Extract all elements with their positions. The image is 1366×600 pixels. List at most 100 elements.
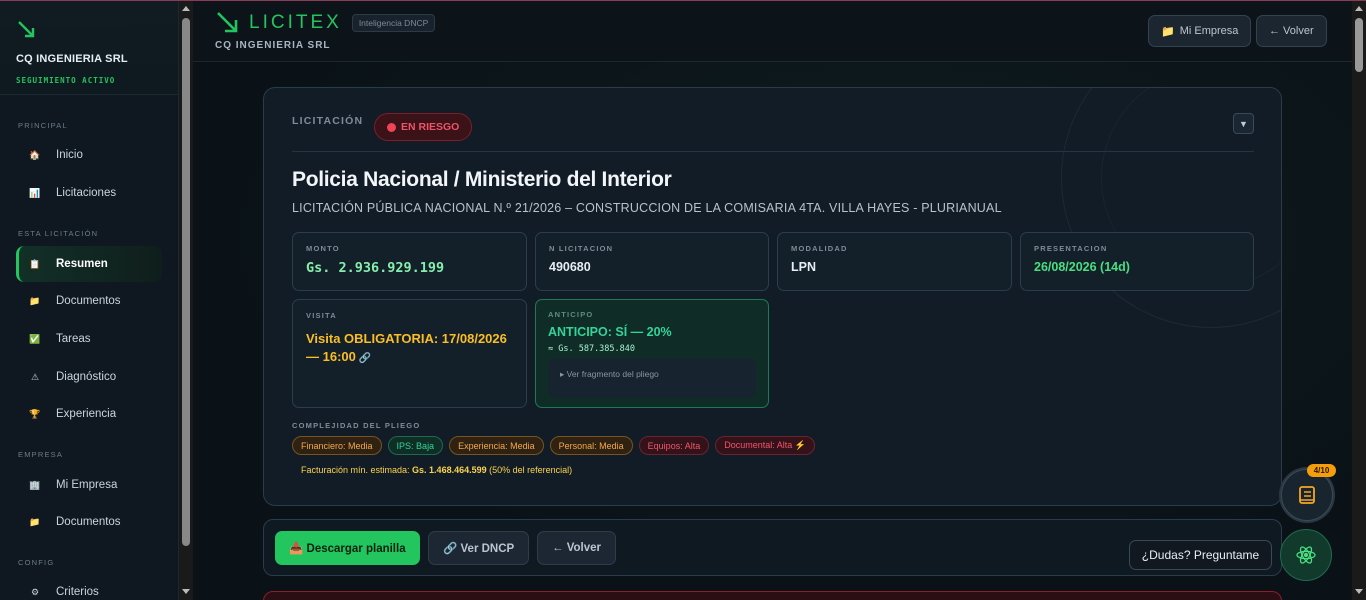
section-config: CONFIG — [18, 558, 55, 567]
scroll-up-arrow-icon[interactable] — [182, 6, 190, 11]
gear-icon: ⚙ — [30, 586, 40, 597]
sidebar: CQ INGENIERIA SRL SEGUIMIENTO ACTIVO PRI… — [0, 0, 179, 600]
my-company-label: Mi Empresa — [1179, 25, 1239, 37]
sidebar-item-criterios[interactable]: ⚙ Criterios — [16, 574, 162, 600]
trophy-icon: 🏆 — [29, 408, 41, 419]
scroll-up-arrow-icon[interactable] — [1355, 6, 1363, 11]
visita-label: VISITA — [306, 311, 337, 320]
section-empresa: EMPRESA — [18, 450, 64, 459]
min-billing-estimate: Facturación mín. estimada: Gs. 1.468.464… — [301, 465, 572, 475]
sidebar-item-licitaciones[interactable]: 📊 Licitaciones — [16, 175, 162, 211]
n-licitacion-card: N LICITACION 490680 — [535, 232, 769, 291]
monto-label: MONTO — [306, 244, 340, 253]
back-button[interactable]: ← Volver — [537, 531, 616, 565]
collapse-toggle-button[interactable]: ▼ — [1233, 113, 1254, 134]
risk-label: EN RIESGO — [401, 121, 460, 133]
brand-badge: Inteligencia DNCP — [351, 14, 436, 32]
sidebar-item-label: Diagnóstico — [56, 371, 117, 383]
fact-value: Gs. 1.468.464.599 — [412, 465, 487, 475]
anticipo-amount: ≈ Gs. 587.385.840 — [548, 344, 635, 354]
tag-equipos: Equipos: Alta — [638, 436, 710, 455]
page-title: Policia Nacional / Ministerio del Interi… — [292, 168, 672, 191]
complexity-label: COMPLEJIDAD DEL PLIEGO — [292, 421, 421, 430]
scroll-down-arrow-icon[interactable] — [182, 589, 190, 594]
brand[interactable]: LICITEX Inteligencia DNCP — [215, 10, 436, 36]
risk-badge: EN RIESGO — [374, 113, 473, 141]
sidebar-item-label: Documentos — [56, 295, 121, 307]
risk-dot-icon — [387, 122, 396, 132]
sidebar-item-documentos[interactable]: 📁 Documentos — [16, 283, 162, 319]
anticipo-card: ANTICIPO ANTICIPO: SÍ — 20% ≈ Gs. 587.38… — [535, 299, 769, 408]
presentacion-card: PRESENTACION 26/08/2026 (14d) — [1020, 232, 1254, 291]
download-sheet-button[interactable]: 📥 Descargar planilla — [275, 531, 420, 565]
logo-icon — [18, 21, 35, 38]
modalidad-label: MODALIDAD — [791, 244, 848, 253]
visita-card: VISITA Visita OBLIGATORIA: 17/08/2026 — … — [292, 299, 527, 408]
n-licitacion-value: 490680 — [549, 260, 591, 274]
sidebar-company: CQ INGENIERIA SRL — [16, 53, 128, 65]
document-icon: 📋 — [29, 258, 41, 269]
sidebar-item-documentos-empresa[interactable]: 📁 Documentos — [16, 504, 162, 540]
presentacion-value: 26/08/2026 (14d) — [1034, 260, 1130, 274]
header-company: CQ INGENIERIA SRL — [215, 40, 331, 51]
tender-label: LICITACIÓN — [292, 115, 364, 127]
sidebar-item-label: Criterios — [56, 586, 99, 598]
anticipo-label: ANTICIPO — [548, 310, 594, 319]
home-icon: 🏠 — [29, 149, 41, 160]
checkbox-icon: ✅ — [29, 333, 41, 344]
sidebar-header: CQ INGENIERIA SRL SEGUIMIENTO ACTIVO — [0, 0, 178, 95]
monto-card: MONTO Gs. 2.936.929.199 — [292, 232, 527, 291]
building-icon: 🏢 — [29, 479, 41, 490]
ai-assistant-fab-button[interactable] — [1280, 529, 1332, 581]
scrollbar-thumb[interactable] — [1355, 18, 1363, 72]
sidebar-item-diagnostico[interactable]: ⚠ Diagnóstico — [16, 359, 162, 395]
view-dncp-button[interactable]: 🔗 Ver DNCP — [428, 531, 530, 565]
sidebar-scrollbar[interactable] — [179, 0, 193, 600]
sidebar-item-tareas[interactable]: ✅ Tareas — [16, 321, 162, 357]
section-principal: PRINCIPAL — [18, 121, 68, 130]
ask-assistant-button[interactable]: ¿Dudas? Preguntame — [1129, 540, 1272, 570]
divider — [292, 151, 1254, 152]
fact-prefix: Facturación mín. estimada: — [301, 465, 413, 475]
sidebar-item-label: Licitaciones — [56, 187, 117, 199]
section-esta-licitacion: ESTA LICITACIÓN — [18, 229, 99, 238]
tag-documental: Documental: Alta ⚡ — [715, 436, 815, 455]
sidebar-item-label: Mi Empresa — [56, 479, 118, 491]
main-scrollbar[interactable] — [1352, 0, 1366, 600]
tag-personal: Personal: Media — [549, 436, 633, 455]
logo-icon — [217, 12, 238, 33]
tender-summary-card: LICITACIÓN EN RIESGO ▼ Policia Nacional … — [263, 87, 1282, 506]
complexity-tags: Financiero: Media IPS: Baja Experiencia:… — [292, 436, 815, 455]
presentacion-label: PRESENTACION — [1034, 244, 1108, 253]
sidebar-item-inicio[interactable]: 🏠 Inicio — [16, 137, 162, 173]
tracking-status: SEGUIMIENTO ACTIVO — [16, 76, 116, 85]
sidebar-item-mi-empresa[interactable]: 🏢 Mi Empresa — [16, 467, 162, 503]
modalidad-card: MODALIDAD LPN — [777, 232, 1012, 291]
atom-icon — [1296, 546, 1316, 564]
tag-experiencia: Experiencia: Media — [449, 436, 544, 455]
book-icon — [1299, 486, 1315, 504]
sidebar-item-label: Resumen — [56, 258, 108, 270]
monto-value: Gs. 2.936.929.199 — [306, 260, 445, 276]
warning-icon: ⚠ — [30, 371, 40, 382]
my-company-button[interactable]: 📁 Mi Empresa — [1148, 15, 1252, 47]
sidebar-item-resumen[interactable]: 📋 Resumen — [16, 246, 162, 282]
anticipo-value: ANTICIPO: SÍ — 20% — [548, 325, 672, 339]
tag-financiero: Financiero: Media — [292, 436, 382, 455]
folder-icon: 📁 — [1161, 25, 1175, 38]
top-header: LICITEX Inteligencia DNCP CQ INGENIERIA … — [193, 0, 1352, 62]
back-button-header[interactable]: ← Volver — [1256, 15, 1327, 47]
sidebar-item-label: Experiencia — [56, 408, 117, 420]
alert-panel — [263, 591, 1282, 600]
sidebar-item-label: Tareas — [56, 333, 91, 345]
folder-icon: 📁 — [29, 516, 41, 527]
progress-counter-badge: 4/10 — [1307, 464, 1336, 477]
scroll-down-arrow-icon[interactable] — [1355, 589, 1363, 594]
top-accent-line — [0, 0, 1366, 1]
scrollbar-thumb[interactable] — [182, 18, 190, 546]
visita-text: Visita OBLIGATORIA: 17/08/2026 — 16:00 — [306, 331, 507, 364]
view-fragment-toggle[interactable]: ▸ Ver fragmento del pliego — [548, 359, 756, 398]
sidebar-item-experiencia[interactable]: 🏆 Experiencia — [16, 396, 162, 432]
link-icon[interactable]: 🔗 — [359, 353, 371, 364]
modalidad-value: LPN — [791, 260, 816, 274]
